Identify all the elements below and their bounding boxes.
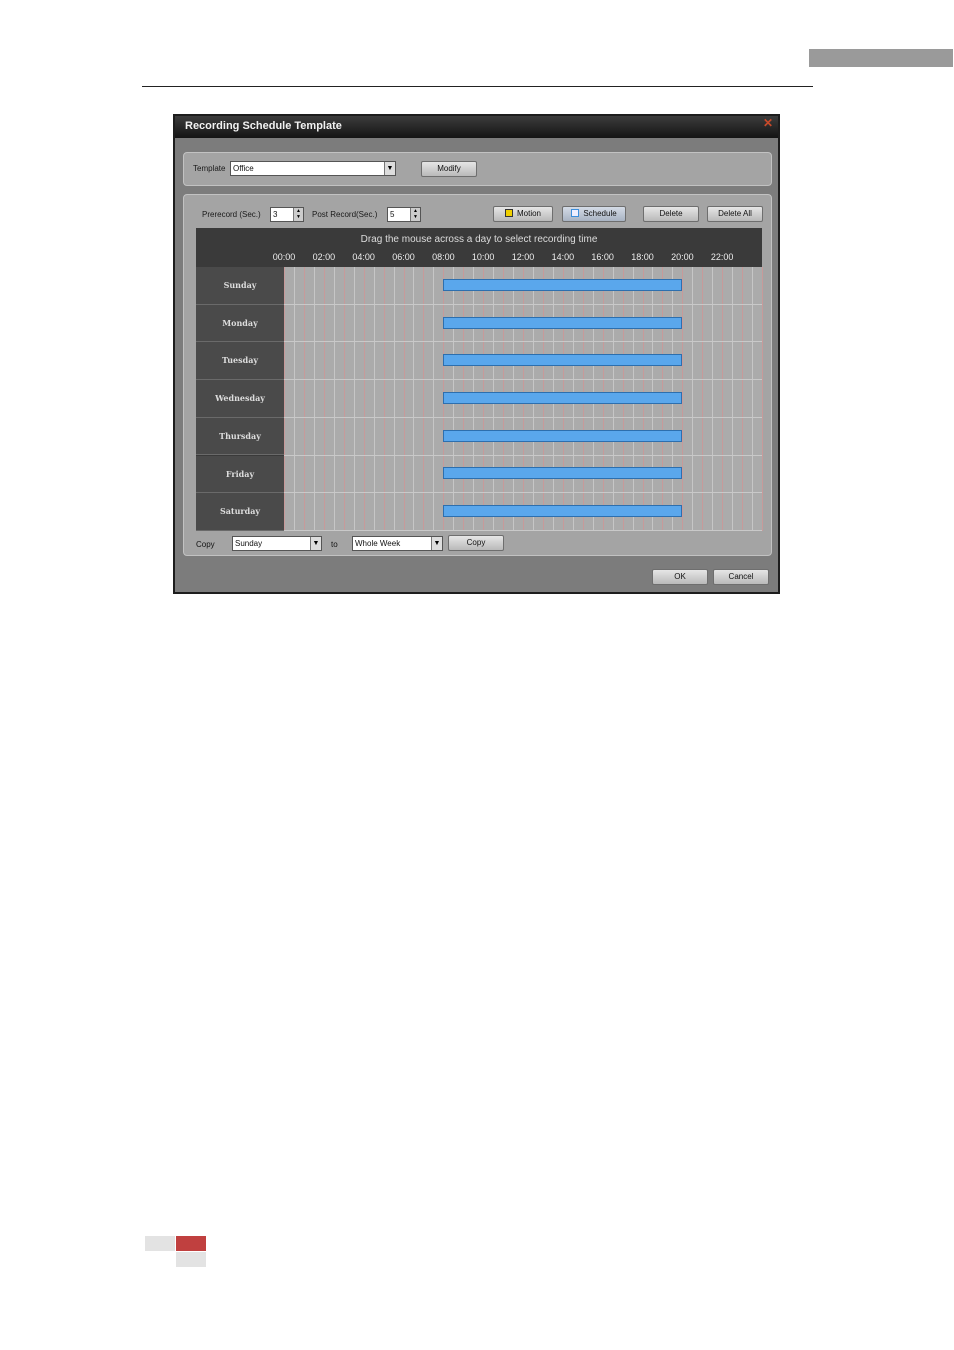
header-divider xyxy=(142,86,813,87)
time-axis: 00:00 02:00 04:00 06:00 08:00 10:00 12:00 14:00… xyxy=(196,252,762,266)
cancel-button[interactable]: Cancel xyxy=(713,569,769,585)
time-tick-label: 02:00 xyxy=(312,252,336,262)
time-tick-label: 22:00 xyxy=(710,252,734,262)
delete-button[interactable]: Delete xyxy=(643,206,699,222)
time-tick-label: 06:00 xyxy=(392,252,415,262)
chevron-down-icon[interactable]: ▼ xyxy=(310,537,321,550)
postrecord-stepper[interactable]: 5 ▲ ▼ xyxy=(387,207,421,222)
prerecord-label: Prerecord (Sec.) xyxy=(202,210,261,219)
time-tick-label: 04:00 xyxy=(352,252,375,262)
day-labels: Sunday Monday Tuesday Wednesday Thursday Frid… xyxy=(196,267,284,531)
schedule-bar-sunday[interactable] xyxy=(443,278,683,291)
schedule-bar-thursday[interactable] xyxy=(443,429,683,442)
copy-to-select[interactable]: Whole Week ▼ xyxy=(352,536,443,551)
delete-all-button[interactable]: Delete All xyxy=(707,206,763,222)
chevron-down-icon[interactable]: ▼ xyxy=(431,537,442,550)
time-tick-label: 00:00 xyxy=(272,252,296,262)
day-label-thursday: Thursday xyxy=(196,417,284,456)
close-icon[interactable]: ✕ xyxy=(763,116,773,130)
header-decoration-bar xyxy=(809,49,953,67)
footer-accent-block xyxy=(176,1236,206,1251)
spin-arrows-icon[interactable]: ▲ ▼ xyxy=(410,208,420,221)
schedule-label: Schedule xyxy=(583,209,617,218)
chevron-down-icon[interactable]: ▼ xyxy=(384,162,395,175)
postrecord-label: Post Record(Sec.) xyxy=(312,210,378,219)
spin-arrows-icon[interactable]: ▲ ▼ xyxy=(293,208,303,221)
time-tick-label: 20:00 xyxy=(671,252,694,262)
copy-from-value: Sunday xyxy=(235,539,263,548)
time-tick-label: 14:00 xyxy=(551,252,575,262)
day-label-monday: Monday xyxy=(196,304,284,343)
time-tick-label: 10:00 xyxy=(471,252,495,262)
row-separator xyxy=(284,492,762,494)
day-label-tuesday: Tuesday xyxy=(196,342,284,381)
time-tick-label: 12:00 xyxy=(511,252,535,262)
schedule-bar-friday[interactable] xyxy=(443,467,683,480)
schedule-bar-saturday[interactable] xyxy=(443,505,683,518)
template-value: Office xyxy=(233,164,254,173)
footer-decoration-block xyxy=(145,1236,175,1251)
copy-label: Copy xyxy=(196,540,215,549)
template-label: Template xyxy=(193,164,226,173)
row-separator xyxy=(284,454,762,456)
schedule-button[interactable]: Schedule xyxy=(562,206,626,222)
time-tick-label: 16:00 xyxy=(591,252,614,262)
copy-button[interactable]: Copy xyxy=(448,535,504,551)
schedule-bar-monday[interactable] xyxy=(443,316,683,329)
prerecord-value: 3 xyxy=(273,210,278,219)
drag-hint: Drag the mouse across a day to select re… xyxy=(360,234,598,245)
schedule-bar-wednesday[interactable] xyxy=(443,391,683,404)
motion-button[interactable]: Motion xyxy=(493,206,553,222)
modify-button[interactable]: Modify xyxy=(421,161,477,177)
day-label-sunday: Sunday xyxy=(196,267,284,305)
template-panel: Template Office ▼ Modify xyxy=(183,152,772,186)
day-label-saturday: Saturday xyxy=(196,493,284,531)
schedule-cells[interactable] xyxy=(284,267,763,531)
recording-schedule-dialog: Recording Schedule Template ✕ Template O… xyxy=(173,114,780,594)
postrecord-value: 5 xyxy=(390,210,395,219)
day-label-friday: Friday xyxy=(196,455,284,494)
ok-button[interactable]: OK xyxy=(652,569,708,585)
grid-line xyxy=(762,267,763,531)
row-separator xyxy=(284,303,762,305)
footer-decoration-block xyxy=(176,1252,206,1267)
motion-label: Motion xyxy=(516,209,541,218)
copy-to-value: Whole Week xyxy=(355,539,401,548)
row-separator xyxy=(284,529,762,531)
schedule-grid[interactable]: Drag the mouse across a day to select re… xyxy=(196,228,763,531)
dialog-title: Recording Schedule Template xyxy=(185,120,342,132)
row-separator xyxy=(284,379,762,381)
schedule-swatch-icon xyxy=(571,209,580,217)
schedule-panel: Prerecord (Sec.) 3 ▲ ▼ Post Record(Sec.) … xyxy=(183,194,772,556)
motion-swatch-icon xyxy=(504,209,513,217)
prerecord-stepper[interactable]: 3 ▲ ▼ xyxy=(270,207,304,222)
time-tick-label: 18:00 xyxy=(631,252,654,262)
copy-to-label: to xyxy=(331,540,338,549)
template-select[interactable]: Office ▼ xyxy=(230,161,396,176)
day-label-wednesday: Wednesday xyxy=(196,380,284,418)
row-separator xyxy=(284,341,762,343)
time-tick-label: 08:00 xyxy=(432,252,455,262)
copy-from-select[interactable]: Sunday ▼ xyxy=(232,536,322,551)
dialog-titlebar[interactable]: Recording Schedule Template ✕ xyxy=(175,116,778,138)
schedule-bar-tuesday[interactable] xyxy=(443,354,683,367)
row-separator xyxy=(284,416,762,418)
